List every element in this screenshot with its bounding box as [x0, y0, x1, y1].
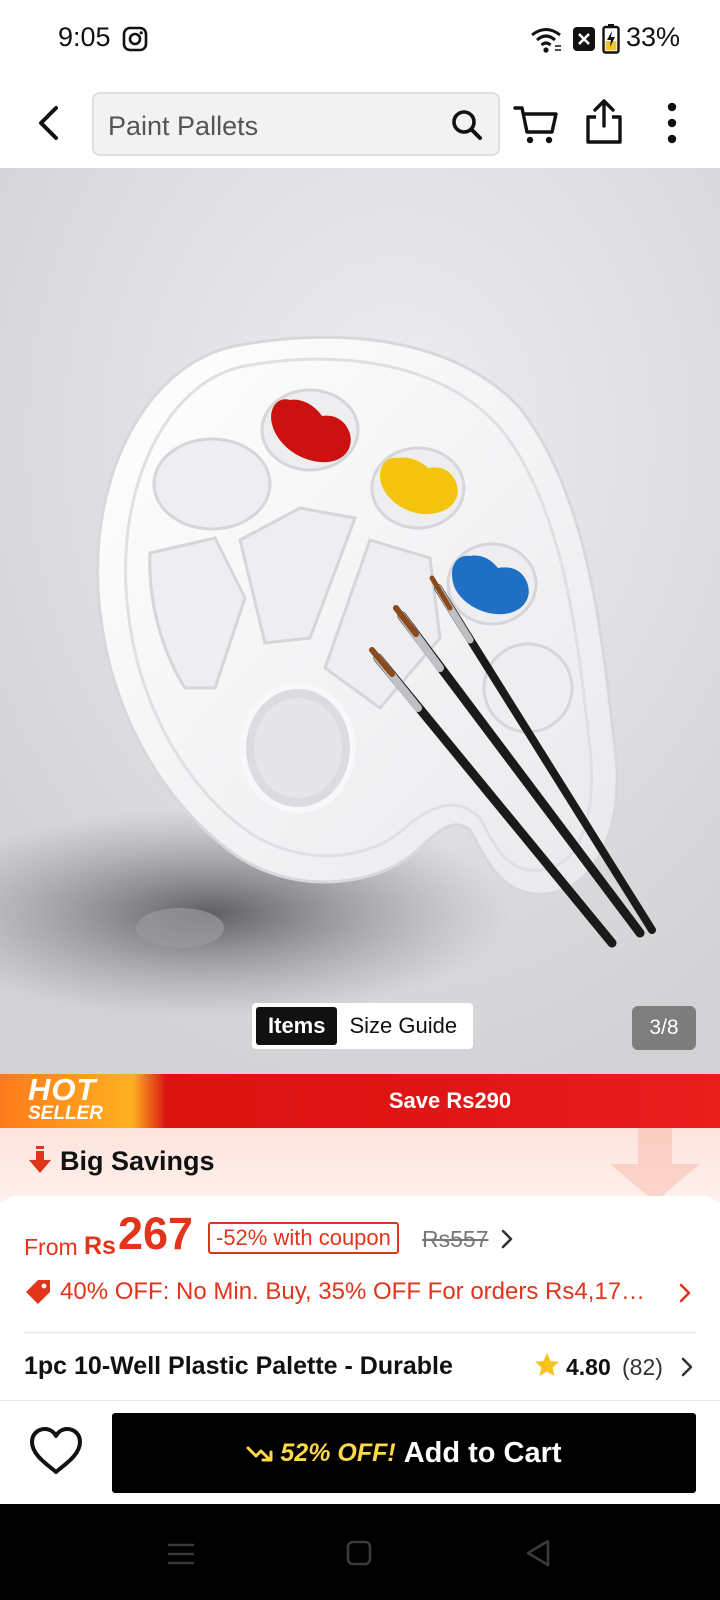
back-arrow-icon: [39, 106, 58, 140]
cart-discount: 52% OFF!: [280, 1438, 396, 1467]
price-from-label: From: [24, 1234, 78, 1260]
notification-x-icon: [573, 27, 595, 51]
price-currency: Rs: [84, 1232, 116, 1260]
top-bar: Paint Pallets: [0, 80, 720, 168]
save-amount: Save Rs290: [388, 1088, 512, 1113]
chevron-right-icon: [679, 1283, 691, 1303]
battery-charging-icon: [602, 24, 620, 54]
add-to-cart-button[interactable]: 52% OFF! Add to Cart: [112, 1413, 696, 1493]
product-title: 1pc 10-Well Plastic Palette - Durable: [24, 1352, 453, 1380]
search-icon[interactable]: [450, 108, 484, 142]
image-counter: 3/8: [632, 1006, 696, 1050]
original-price: Rs557: [422, 1226, 489, 1252]
search-query: Paint Pallets: [108, 111, 259, 141]
offer-row[interactable]: 40% OFF: No Min. Buy, 35% OFF For orders…: [24, 1272, 696, 1312]
image-tabs: Items Size Guide: [252, 1003, 474, 1049]
system-nav-bar: [0, 1504, 720, 1600]
price-card: From Rs 267 -52% with coupon Rs557 40% O…: [0, 1196, 720, 1404]
more-vertical-icon[interactable]: [654, 100, 690, 148]
heart-icon[interactable]: [28, 1425, 84, 1477]
arrow-down-decoration-icon: [610, 1128, 700, 1202]
star-icon: [535, 1353, 559, 1376]
tab-items[interactable]: Items: [256, 1007, 338, 1045]
product-image[interactable]: Items Size Guide 3/8: [0, 168, 720, 1074]
price-value: 267: [118, 1208, 194, 1259]
back-button[interactable]: [26, 100, 72, 146]
wifi-icon: [531, 28, 561, 53]
action-bar: 52% OFF! Add to Cart: [0, 1400, 720, 1504]
price-tag-icon: [26, 1280, 50, 1304]
review-count: (82): [622, 1354, 663, 1380]
tab-size-guide[interactable]: Size Guide: [337, 1007, 469, 1045]
recent-apps-icon[interactable]: [166, 1542, 196, 1566]
add-to-cart-label: Add to Cart: [403, 1436, 562, 1469]
palette-photo: [0, 168, 720, 1074]
savings-label: Big Savings: [60, 1146, 215, 1176]
search-input[interactable]: Paint Pallets: [92, 92, 500, 156]
promo-strip[interactable]: HOT SELLER Save Rs290: [0, 1074, 720, 1128]
home-icon[interactable]: [346, 1540, 372, 1566]
price-row[interactable]: From Rs 267 -52% with coupon Rs557: [24, 1208, 704, 1262]
offer-text: 40% OFF: No Min. Buy, 35% OFF For orders…: [60, 1278, 646, 1305]
arrow-down-icon: [29, 1146, 51, 1173]
chevron-right-icon: [681, 1357, 693, 1377]
status-bar: 9:05 33%: [0, 0, 720, 80]
cart-icon[interactable]: [512, 100, 560, 148]
chevron-right-icon: [501, 1229, 513, 1249]
rating-value: 4.80: [566, 1354, 611, 1380]
status-time: 9:05: [58, 22, 111, 52]
title-row[interactable]: 1pc 10-Well Plastic Palette - Durable 4.…: [24, 1340, 696, 1392]
instagram-icon: [122, 26, 148, 52]
back-triangle-icon[interactable]: [524, 1538, 552, 1568]
trend-down-icon: [246, 1446, 273, 1462]
savings-band: Big Savings: [0, 1128, 720, 1202]
coupon-badge: -52% with coupon: [208, 1222, 399, 1254]
battery-percent: 33%: [626, 22, 681, 52]
share-icon[interactable]: [580, 98, 628, 146]
divider: [24, 1332, 696, 1333]
